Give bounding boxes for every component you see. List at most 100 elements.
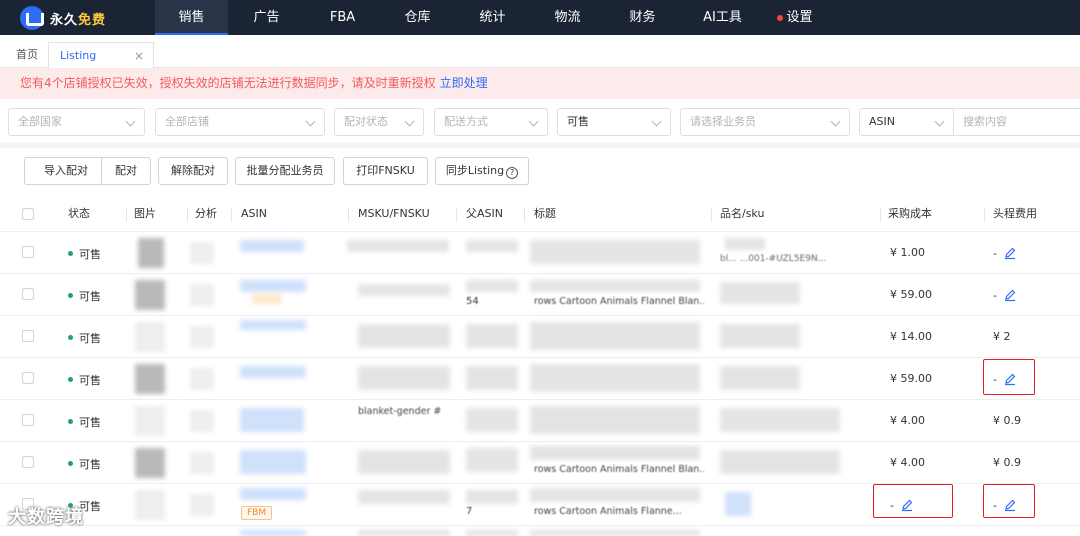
table-row[interactable]: 可售 54 rows Cartoon Animals Flannel Blan.… [0, 274, 1080, 316]
salesperson-select[interactable]: 请选择业务员 [680, 108, 850, 136]
sync-listing-button[interactable]: 同步Listing? [435, 157, 529, 185]
status-badge: 可售 [68, 456, 101, 472]
purchase-cost: ¥ 4.00 [890, 456, 925, 469]
analysis-chart-icon[interactable] [190, 410, 214, 432]
asin-link[interactable] [240, 280, 306, 292]
logo-icon [20, 6, 44, 30]
product-thumbnail[interactable] [135, 490, 165, 520]
fbm-badge: FBM [241, 506, 273, 520]
fulfillment-tag [252, 294, 282, 304]
tab-listing[interactable]: Listing × [48, 42, 154, 68]
edit-pencil-icon[interactable] [1003, 288, 1017, 302]
analysis-chart-icon[interactable] [190, 326, 214, 348]
table-row[interactable]: 可售 ¥ 14.00 ¥ 2 [0, 316, 1080, 358]
analysis-chart-icon[interactable] [190, 368, 214, 390]
row-checkbox[interactable] [22, 414, 34, 426]
parent-asin-text [466, 240, 518, 252]
nav-statistics[interactable]: 统计 [455, 0, 530, 35]
row-checkbox[interactable] [22, 330, 34, 342]
batch-assign-salesperson-button[interactable]: 批量分配业务员 [235, 157, 335, 185]
product-thumbnail[interactable] [135, 322, 165, 352]
search-type-select[interactable]: ASIN [859, 108, 954, 136]
row-checkbox[interactable] [22, 372, 34, 384]
product-thumbnail[interactable] [135, 406, 165, 436]
col-head-freight: 头程费用 [993, 207, 1037, 220]
match-button[interactable]: 配对 [101, 157, 151, 185]
search-input[interactable]: 搜索内容 [954, 108, 1080, 136]
table-row[interactable]: 可售 rows Cartoon Animals Flannel Blan... … [0, 442, 1080, 484]
analysis-chart-icon[interactable] [190, 494, 214, 516]
product-thumbnail[interactable] [135, 364, 165, 394]
msku-text [358, 490, 450, 504]
nav-finance[interactable]: 财务 [605, 0, 680, 35]
sale-status-select[interactable]: 可售 [557, 108, 671, 136]
asin-link[interactable] [240, 408, 304, 432]
asin-link[interactable] [240, 450, 306, 474]
row-checkbox[interactable] [22, 246, 34, 258]
country-select[interactable]: 全部国家 [8, 108, 145, 136]
nav-ads[interactable]: 广告 [228, 0, 305, 35]
table-row[interactable]: 可售 blanket-gender # ¥ 4.00 ¥ 0.9 [0, 400, 1080, 442]
head-freight-value: - [993, 289, 997, 302]
parent-asin-peek: 54 [466, 296, 479, 307]
asin-link[interactable] [240, 488, 306, 500]
match-status-select[interactable]: 配对状态 [334, 108, 424, 136]
chevron-down-icon [934, 116, 945, 127]
title-text [530, 240, 700, 264]
parent-asin-text [466, 490, 518, 504]
tab-listing-label: Listing [60, 49, 97, 62]
select-all-checkbox[interactable] [22, 208, 34, 220]
col-title: 标题 [534, 207, 556, 220]
chevron-down-icon [528, 116, 539, 127]
asin-link[interactable] [240, 320, 306, 330]
auth-alert-banner: 您有4个店铺授权已失效，授权失效的店铺无法进行数据同步，请及时重新授权 立即处理 [0, 68, 1080, 99]
ship-method-select[interactable]: 配送方式 [434, 108, 548, 136]
nav-sales[interactable]: 销售 [155, 0, 228, 35]
msku-text [358, 450, 450, 474]
alert-action-link[interactable]: 立即处理 [440, 76, 488, 90]
table-row[interactable]: 可售 FBM 7 rows Cartoon Animals Flanne... … [0, 484, 1080, 526]
table-row[interactable]: 可售 bl... ...001-#UZL5E9N... ¥ 1.00 - [0, 232, 1080, 274]
msku-text [358, 284, 450, 296]
table-row[interactable] [0, 526, 1080, 536]
table-row[interactable]: 可售 ¥ 59.00 - [0, 358, 1080, 400]
highlight-box [983, 484, 1035, 518]
close-icon[interactable]: × [134, 43, 144, 69]
nav-fba[interactable]: FBA [305, 0, 380, 35]
chevron-down-icon [651, 116, 662, 127]
print-fnsku-button[interactable]: 打印FNSKU [343, 157, 428, 185]
edit-pencil-icon[interactable] [1003, 246, 1017, 260]
analysis-chart-icon[interactable] [190, 452, 214, 474]
help-icon[interactable]: ? [506, 167, 519, 179]
head-freight: ¥ 2 [993, 330, 1011, 343]
unmatch-button[interactable]: 解除配对 [158, 157, 228, 185]
store-select[interactable]: 全部店铺 [155, 108, 325, 136]
product-thumbnail[interactable] [135, 280, 165, 310]
nav-warehouse[interactable]: 仓库 [380, 0, 455, 35]
product-thumbnail[interactable] [135, 448, 165, 478]
col-analysis: 分析 [195, 207, 217, 220]
nav-ai-tools[interactable]: AI工具 [680, 0, 765, 35]
product-thumbnail[interactable] [138, 238, 164, 268]
nav-settings[interactable]: 设置 [765, 0, 825, 35]
title-text: rows Cartoon Animals Flanne... [534, 506, 682, 517]
row-checkbox[interactable] [22, 456, 34, 468]
msku-text [358, 530, 450, 536]
asin-link[interactable] [240, 366, 306, 378]
analysis-chart-icon[interactable] [190, 284, 214, 306]
status-badge: 可售 [68, 330, 101, 346]
tab-home[interactable]: 首页 [16, 42, 38, 68]
nav-settings-label: 设置 [786, 10, 813, 25]
nav-logistics[interactable]: 物流 [530, 0, 605, 35]
head-freight: ¥ 0.9 [993, 456, 1021, 469]
purchase-cost: ¥ 14.00 [890, 330, 932, 343]
product-name-text [720, 282, 800, 304]
product-name-text [725, 238, 765, 250]
notification-dot-icon [777, 14, 784, 21]
analysis-chart-icon[interactable] [190, 242, 214, 264]
asin-link[interactable] [240, 240, 304, 252]
row-checkbox[interactable] [22, 288, 34, 300]
import-match-button[interactable]: 导入配对 [24, 157, 108, 185]
asin-link[interactable] [240, 530, 306, 536]
brand-logo[interactable]: 永久免费 [20, 6, 106, 30]
